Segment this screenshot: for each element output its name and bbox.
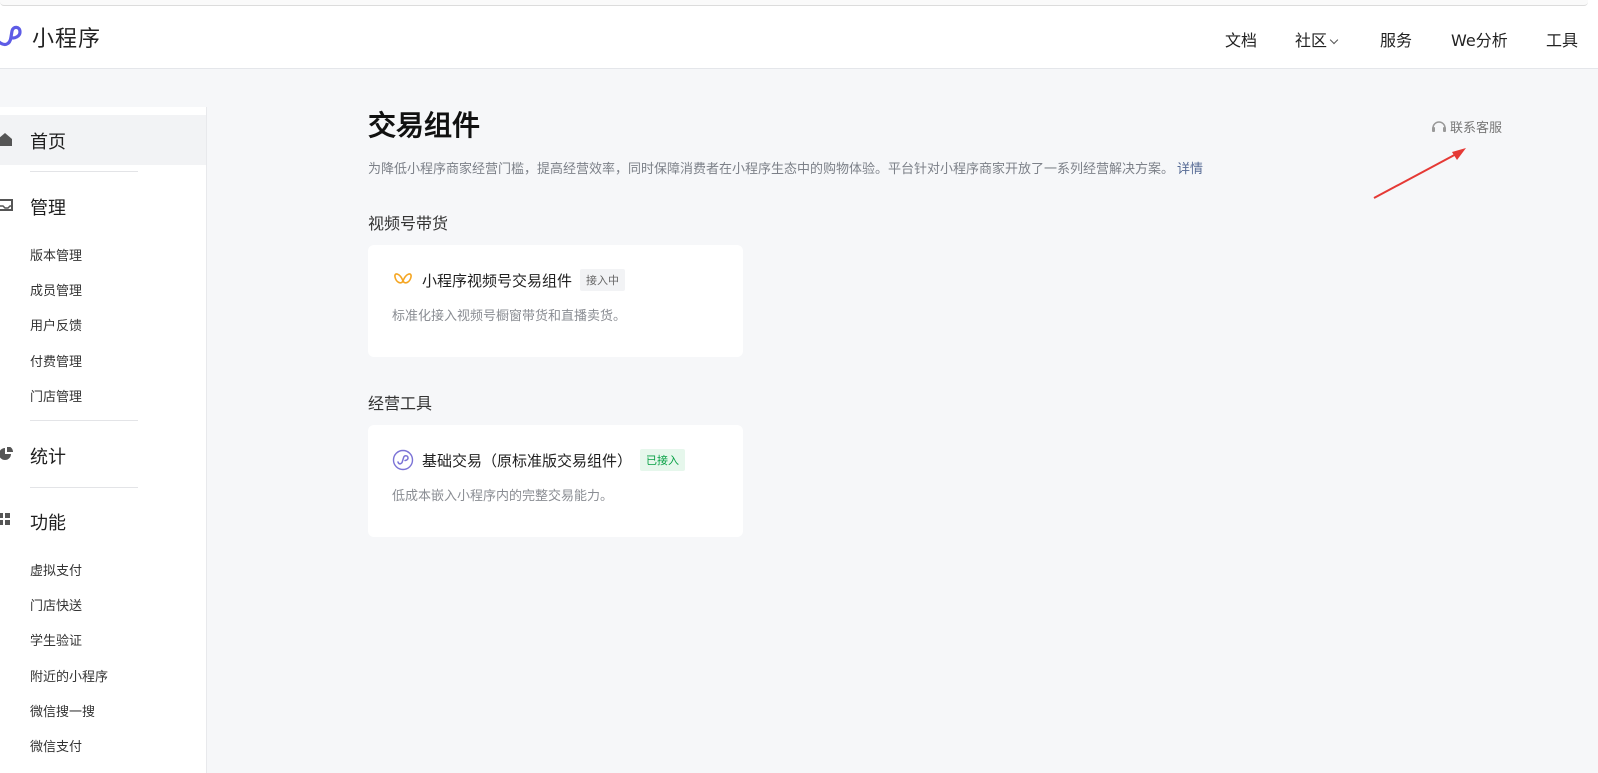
component-card-channels[interactable]: 小程序视频号交易组件 接入中 标准化接入视频号橱窗带货和直播卖货。 bbox=[368, 245, 743, 357]
sidebar-item-store-delivery[interactable]: 门店快送 bbox=[30, 595, 82, 614]
sidebar-item-student-verify[interactable]: 学生验证 bbox=[30, 630, 82, 649]
sidebar-divider bbox=[30, 420, 138, 421]
card-title: 基础交易（原标准版交易组件） bbox=[422, 451, 633, 470]
contact-support-label: 联系客服 bbox=[1450, 121, 1503, 136]
headset-icon bbox=[1432, 120, 1446, 132]
card-description: 标准化接入视频号橱窗带货和直播卖货。 bbox=[392, 309, 627, 324]
nav-community-label: 社区 bbox=[1295, 31, 1328, 50]
home-icon bbox=[0, 133, 12, 146]
chevron-down-icon bbox=[1329, 35, 1339, 45]
sidebar-divider bbox=[30, 171, 138, 172]
nav-tools[interactable]: 工具 bbox=[1546, 27, 1578, 51]
annotation-arrow bbox=[1373, 148, 1466, 199]
card-title: 小程序视频号交易组件 bbox=[422, 271, 573, 290]
miniprogram-logo-icon bbox=[0, 25, 22, 47]
sidebar: 首页 管理 版本管理 成员管理 用户反馈 付费管理 门店管理 统计 功能 虚拟支… bbox=[0, 107, 207, 773]
app-logo[interactable]: 小程序 bbox=[0, 22, 101, 52]
sidebar-label-features[interactable]: 功能 bbox=[30, 509, 66, 535]
sidebar-item-members[interactable]: 成员管理 bbox=[30, 280, 82, 299]
card-header: 小程序视频号交易组件 接入中 bbox=[392, 269, 626, 291]
inbox-icon bbox=[0, 199, 13, 211]
status-badge: 已接入 bbox=[640, 449, 686, 471]
sidebar-item-virtual-pay[interactable]: 虚拟支付 bbox=[30, 560, 82, 579]
section-title-tools: 经营工具 bbox=[368, 394, 433, 413]
nav-community[interactable]: 社区 bbox=[1295, 27, 1339, 51]
top-header: 小程序 文档 社区 服务 We分析 工具 bbox=[0, 8, 1598, 69]
sidebar-item-payment[interactable]: 付费管理 bbox=[30, 351, 82, 370]
miniprogram-icon bbox=[392, 449, 414, 471]
sidebar-label-home[interactable]: 首页 bbox=[30, 128, 66, 154]
nav-we-analysis[interactable]: We分析 bbox=[1451, 27, 1508, 51]
page-title: 交易组件 bbox=[368, 109, 481, 142]
sidebar-item-feedback[interactable]: 用户反馈 bbox=[30, 315, 82, 334]
component-card-basic-trade[interactable]: 基础交易（原标准版交易组件） 已接入 低成本嵌入小程序内的完整交易能力。 bbox=[368, 425, 743, 537]
status-badge: 接入中 bbox=[580, 269, 626, 291]
card-description: 低成本嵌入小程序内的完整交易能力。 bbox=[392, 489, 614, 504]
grid-icon bbox=[0, 513, 10, 525]
browser-top-strip bbox=[0, 0, 1598, 8]
section-title-channels: 视频号带货 bbox=[368, 214, 449, 233]
sidebar-item-version[interactable]: 版本管理 bbox=[30, 245, 82, 264]
pie-chart-icon bbox=[0, 447, 13, 460]
detail-link[interactable]: 详情 bbox=[1177, 162, 1203, 177]
sidebar-item-wechat-pay[interactable]: 微信支付 bbox=[30, 736, 82, 755]
sidebar-item-nearby[interactable]: 附近的小程序 bbox=[30, 666, 108, 685]
sidebar-label-manage[interactable]: 管理 bbox=[30, 194, 66, 220]
sidebar-divider bbox=[30, 487, 138, 488]
sidebar-label-stats[interactable]: 统计 bbox=[30, 443, 66, 469]
description-text: 为降低小程序商家经营门槛，提高经营效率，同时保障消费者在小程序生态中的购物体验。… bbox=[368, 162, 1175, 177]
sidebar-item-stores[interactable]: 门店管理 bbox=[30, 386, 82, 405]
sidebar-item-wechat-search[interactable]: 微信搜一搜 bbox=[30, 701, 95, 720]
contact-support-button[interactable]: 联系客服 bbox=[1430, 117, 1502, 136]
logo-text: 小程序 bbox=[32, 27, 102, 52]
nav-docs[interactable]: 文档 bbox=[1225, 27, 1257, 51]
card-header: 基础交易（原标准版交易组件） 已接入 bbox=[392, 449, 686, 471]
page-description: 为降低小程序商家经营门槛，提高经营效率，同时保障消费者在小程序生态中的购物体验。… bbox=[368, 158, 1203, 177]
butterfly-icon bbox=[394, 273, 412, 284]
nav-services[interactable]: 服务 bbox=[1380, 27, 1412, 51]
